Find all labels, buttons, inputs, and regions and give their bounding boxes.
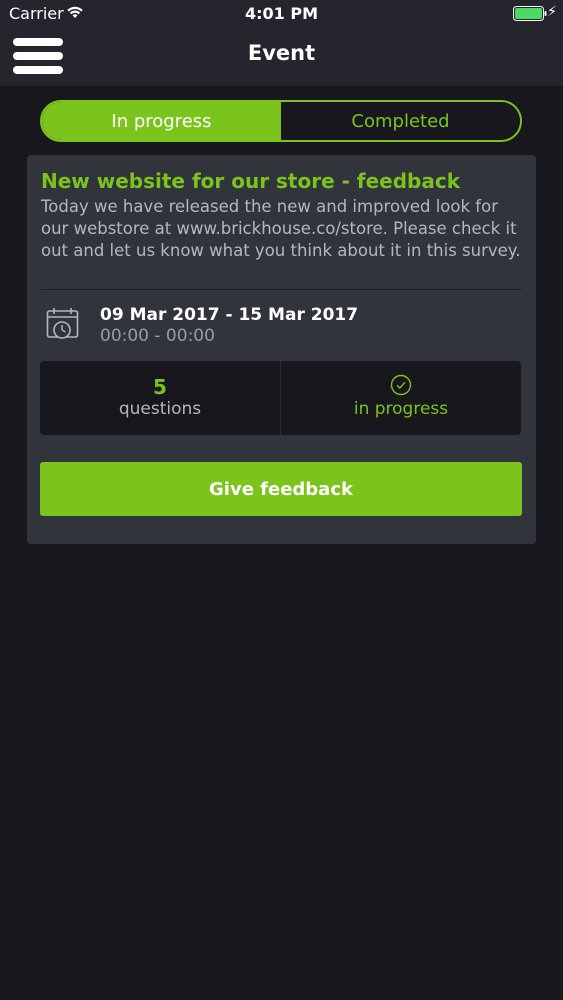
status-bar: Carrier 4:01 PM ⚡ <box>0 0 563 28</box>
tab-completed[interactable]: Completed <box>281 102 520 140</box>
clock-time: 4:01 PM <box>244 4 318 23</box>
battery-icon <box>513 6 547 21</box>
event-stats: 5 questions in progress <box>40 361 521 435</box>
questions-label: questions <box>118 399 202 419</box>
event-time-range: 00:00 - 00:00 <box>100 326 215 346</box>
tab-in-progress[interactable]: In progress <box>42 102 281 140</box>
charging-icon: ⚡ <box>547 4 557 20</box>
event-card: New website for our store - feedback Tod… <box>27 155 536 544</box>
status-label: in progress <box>353 399 449 419</box>
divider <box>41 289 522 290</box>
status-stat: in progress <box>280 361 521 435</box>
status-tabs: In progress Completed <box>40 100 522 142</box>
give-feedback-button[interactable]: Give feedback <box>40 462 522 516</box>
nav-bar: Event <box>0 28 563 86</box>
questions-stat: 5 questions <box>40 361 280 435</box>
event-title: New website for our store - feedback <box>41 169 460 193</box>
page-title: Event <box>247 41 316 65</box>
check-circle-icon <box>390 374 412 396</box>
questions-count: 5 <box>153 375 167 399</box>
event-date-range: 09 Mar 2017 - 15 Mar 2017 <box>100 305 359 325</box>
calendar-clock-icon <box>46 308 79 339</box>
event-description: Today we have released the new and impro… <box>41 197 521 260</box>
